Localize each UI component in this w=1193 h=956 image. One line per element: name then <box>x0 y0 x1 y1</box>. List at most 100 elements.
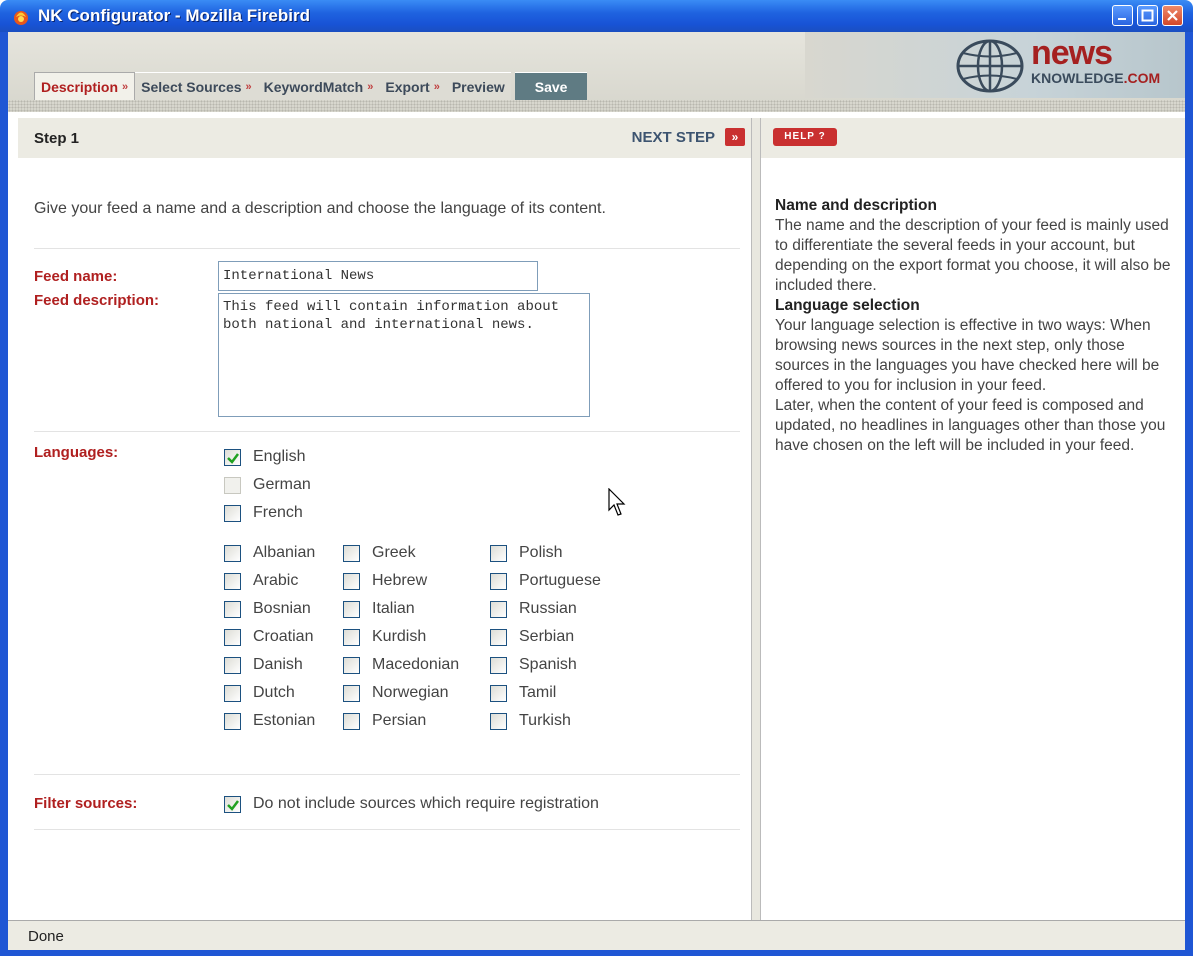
language-checkbox[interactable]: Dutch <box>224 684 295 702</box>
language-checkbox[interactable]: Danish <box>224 656 303 674</box>
help-paragraph: The name and the description of your fee… <box>775 217 1171 294</box>
close-icon <box>1167 10 1178 21</box>
language-checkbox[interactable]: Albanian <box>224 544 315 562</box>
divider <box>34 774 740 775</box>
help-heading-name: Name and description <box>775 197 937 214</box>
checkbox[interactable] <box>224 628 241 646</box>
feed-name-input[interactable] <box>218 261 538 291</box>
language-checkbox-german[interactable]: German <box>224 476 311 494</box>
checkbox[interactable] <box>490 544 507 562</box>
form-panel: Step 1 NEXT STEP » Give your feed a name… <box>18 118 751 920</box>
checkbox[interactable] <box>490 600 507 618</box>
language-checkbox[interactable]: Portuguese <box>490 572 601 590</box>
checkbox[interactable] <box>343 712 360 730</box>
language-checkbox[interactable]: Russian <box>490 600 577 618</box>
checkbox[interactable] <box>490 572 507 590</box>
checkmark-icon <box>227 799 239 811</box>
language-checkbox[interactable]: Spanish <box>490 656 577 674</box>
step-header: Step 1 NEXT STEP » <box>18 118 751 158</box>
checkbox[interactable] <box>224 684 241 702</box>
checkbox[interactable] <box>224 712 241 730</box>
next-step-link[interactable]: NEXT STEP <box>632 129 715 146</box>
checkbox[interactable] <box>224 600 241 618</box>
divider <box>34 248 740 249</box>
checkbox[interactable] <box>224 572 241 590</box>
language-checkbox[interactable]: Tamil <box>490 684 556 702</box>
checkmark-icon <box>227 452 239 464</box>
window-frame-right <box>1185 32 1193 956</box>
checkbox[interactable] <box>343 656 360 674</box>
close-button[interactable] <box>1162 5 1183 26</box>
language-checkbox[interactable]: Hebrew <box>343 572 427 590</box>
help-heading-language: Language selection <box>775 297 920 314</box>
header-pattern <box>8 100 1185 112</box>
app-header: news KNOWLEDGE.COM Description» Select S… <box>8 32 1185 112</box>
language-checkbox[interactable]: Arabic <box>224 572 298 590</box>
minimize-button[interactable] <box>1112 5 1133 26</box>
tab-keywordmatch[interactable]: KeywordMatch» <box>257 72 380 100</box>
next-step-icon[interactable]: » <box>725 128 745 146</box>
logo-knowledge-text: KNOWLEDGE.COM <box>1031 70 1161 86</box>
language-checkbox[interactable]: Estonian <box>224 712 315 730</box>
tab-arrow-icon: » <box>122 80 129 93</box>
language-checkbox-english[interactable]: English <box>224 448 305 466</box>
tab-arrow-icon: » <box>367 80 374 93</box>
logo-news-text: news <box>1031 34 1113 72</box>
save-button[interactable]: Save <box>514 72 588 100</box>
panel-splitter[interactable] <box>751 118 761 920</box>
maximize-icon <box>1141 9 1154 22</box>
globe-icon <box>956 39 1024 93</box>
checkbox[interactable] <box>490 712 507 730</box>
checkbox[interactable] <box>490 656 507 674</box>
help-content: Name and description The name and the de… <box>775 196 1179 456</box>
checkbox[interactable] <box>224 656 241 674</box>
step-label: Step 1 <box>34 130 80 147</box>
intro-text: Give your feed a name and a description … <box>34 200 606 217</box>
checkbox[interactable] <box>343 684 360 702</box>
language-checkbox[interactable]: Norwegian <box>343 684 448 702</box>
language-checkbox-french[interactable]: French <box>224 504 303 522</box>
tab-arrow-icon: » <box>245 80 252 93</box>
language-checkbox[interactable]: Polish <box>490 544 563 562</box>
language-checkbox[interactable]: Italian <box>343 600 415 618</box>
language-checkbox[interactable]: Bosnian <box>224 600 311 618</box>
window-frame-bottom <box>0 950 1193 956</box>
checkbox[interactable] <box>490 628 507 646</box>
help-header: HELP ? <box>761 118 1185 158</box>
tab-preview[interactable]: Preview <box>445 72 511 100</box>
language-checkbox[interactable]: Kurdish <box>343 628 426 646</box>
checkbox[interactable] <box>224 448 241 466</box>
languages-label: Languages: <box>34 444 119 461</box>
language-checkbox[interactable]: Serbian <box>490 628 574 646</box>
checkbox[interactable] <box>343 600 360 618</box>
status-bar: Done <box>8 920 1185 950</box>
help-button[interactable]: HELP ? <box>773 128 837 146</box>
language-checkbox[interactable]: Turkish <box>490 712 571 730</box>
filter-registration-checkbox[interactable]: Do not include sources which require reg… <box>224 795 599 813</box>
feed-description-label: Feed description: <box>34 292 160 309</box>
tab-description[interactable]: Description» <box>34 72 136 100</box>
tab-export[interactable]: Export» <box>379 72 446 100</box>
checkbox[interactable] <box>343 572 360 590</box>
checkbox[interactable] <box>490 684 507 702</box>
checkbox[interactable] <box>224 504 241 522</box>
feed-description-textarea[interactable]: This feed will contain information about… <box>218 293 590 417</box>
tab-arrow-icon: » <box>433 80 440 93</box>
language-checkbox[interactable]: Croatian <box>224 628 313 646</box>
tab-select-sources[interactable]: Select Sources» <box>135 72 258 100</box>
window-titlebar: NK Configurator - Mozilla Firebird <box>0 0 1193 32</box>
checkbox[interactable] <box>224 544 241 562</box>
checkbox[interactable] <box>343 544 360 562</box>
minimize-icon <box>1118 18 1126 20</box>
help-panel: HELP ? Name and description The name and… <box>761 118 1185 920</box>
maximize-button[interactable] <box>1137 5 1158 26</box>
checkbox[interactable] <box>224 795 241 813</box>
checkbox[interactable] <box>224 476 241 494</box>
language-checkbox[interactable]: Greek <box>343 544 416 562</box>
checkbox[interactable] <box>343 628 360 646</box>
language-checkbox[interactable]: Persian <box>343 712 426 730</box>
status-text: Done <box>28 928 64 945</box>
divider <box>34 829 740 830</box>
language-checkbox[interactable]: Macedonian <box>343 656 459 674</box>
wizard-tabs: Description» Select Sources» KeywordMatc… <box>34 72 588 100</box>
